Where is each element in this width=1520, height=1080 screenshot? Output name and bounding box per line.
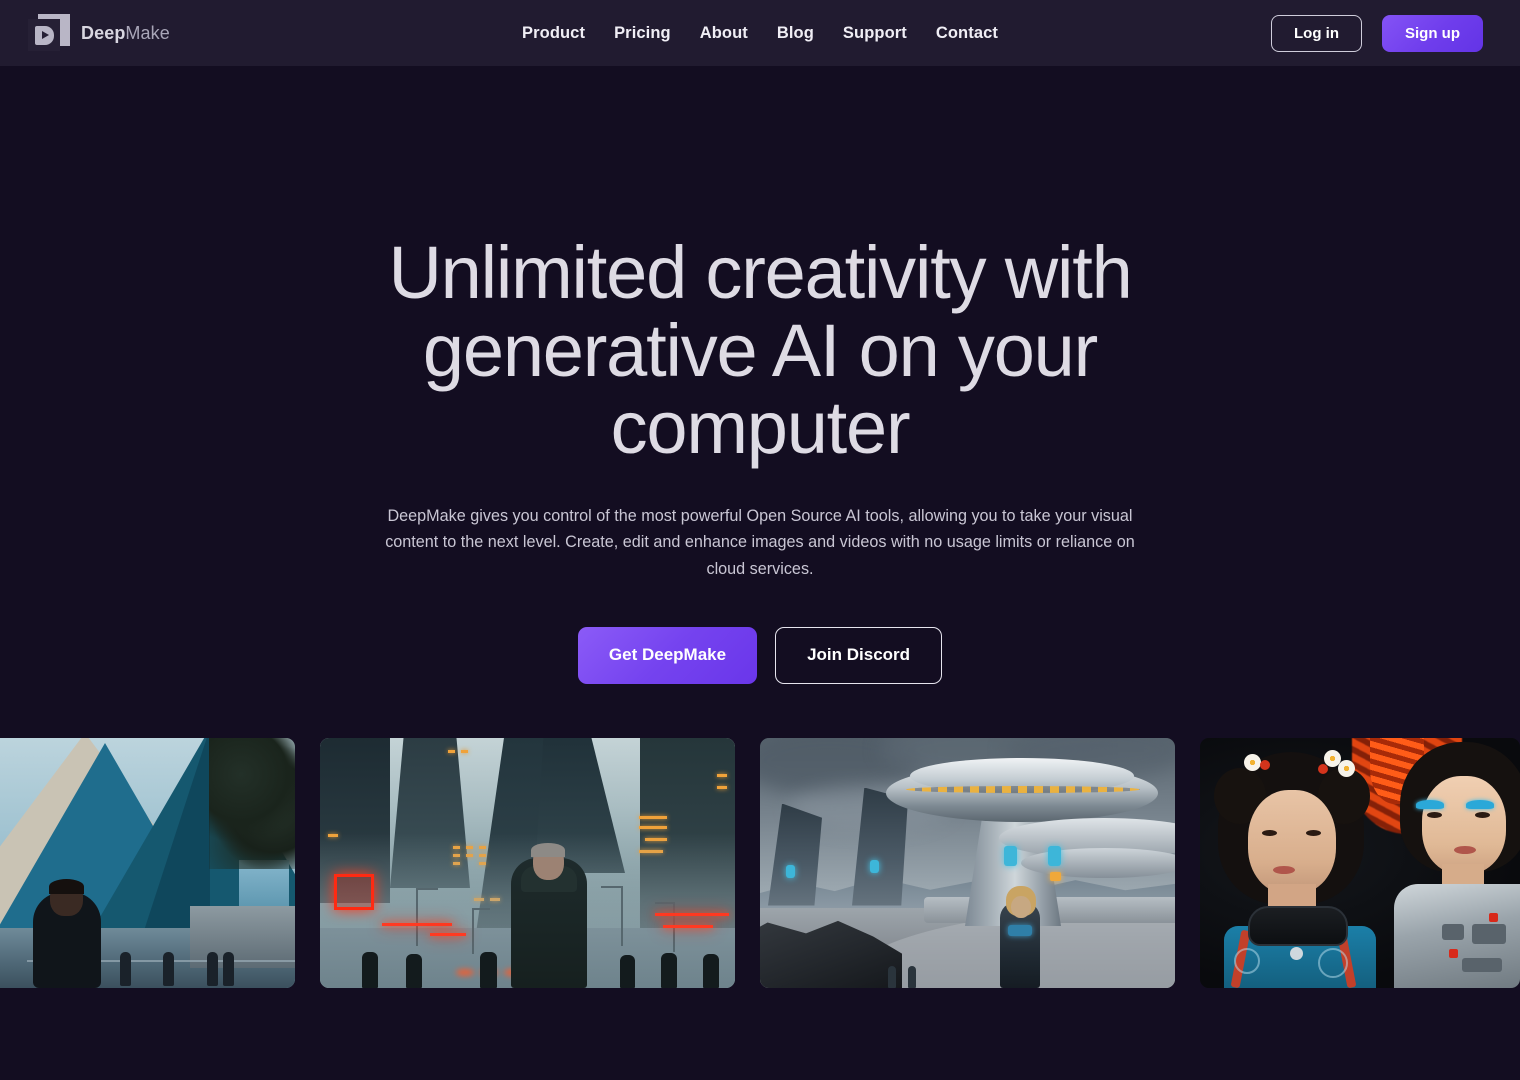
artwork-cyber-geishas [1200, 738, 1520, 988]
nav-item-pricing[interactable]: Pricing [614, 24, 671, 43]
logo-d-shape [28, 19, 60, 51]
gallery-item-cyber-geishas[interactable] [1200, 738, 1520, 988]
login-button[interactable]: Log in [1271, 14, 1362, 52]
hero-section: Unlimited creativity with generative AI … [0, 66, 1520, 684]
nav-item-support[interactable]: Support [843, 24, 907, 43]
brand-logo[interactable]: DeepMake [28, 14, 170, 52]
logo-d-inner-shape [34, 25, 54, 45]
signup-button[interactable]: Sign up [1382, 14, 1483, 52]
brand-name-bold: Deep [81, 22, 126, 43]
site-header: DeepMake Product Pricing About Blog Supp… [0, 0, 1520, 66]
hero-cta-row: Get DeepMake Join Discord [0, 626, 1520, 684]
auth-actions: Log in Sign up [1271, 14, 1483, 52]
nav-item-contact[interactable]: Contact [936, 24, 998, 43]
play-triangle-icon [41, 31, 49, 39]
artwork-pyramids [0, 738, 295, 988]
artwork-cyberpunk-street [320, 738, 735, 988]
deepmake-play-logo-icon [28, 14, 70, 52]
join-discord-button[interactable]: Join Discord [775, 626, 943, 684]
main-navigation: Product Pricing About Blog Support Conta… [522, 24, 998, 43]
gallery-item-spaceport[interactable] [760, 738, 1175, 988]
showcase-gallery [0, 738, 1520, 988]
brand-name-light: Make [125, 22, 170, 43]
gallery-item-pyramids[interactable] [0, 738, 295, 988]
brand-name: DeepMake [81, 23, 170, 44]
nav-item-blog[interactable]: Blog [777, 24, 814, 43]
get-deepmake-button[interactable]: Get DeepMake [577, 626, 758, 684]
nav-item-product[interactable]: Product [522, 24, 585, 43]
gallery-item-cyberpunk-street[interactable] [320, 738, 735, 988]
hero-subheadline: DeepMake gives you control of the most p… [385, 507, 1135, 578]
nav-item-about[interactable]: About [700, 24, 748, 43]
artwork-spaceport [760, 738, 1175, 988]
hero-headline: Unlimited creativity with generative AI … [388, 231, 1132, 470]
